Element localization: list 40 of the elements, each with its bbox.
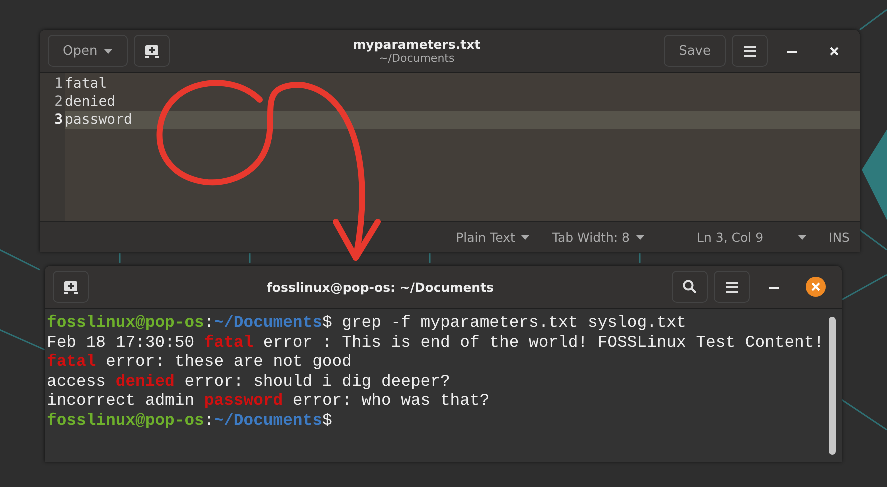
line-number: 1 — [54, 76, 64, 92]
caret-icon — [104, 48, 113, 54]
menu-icon — [726, 282, 738, 292]
search-button[interactable] — [672, 271, 708, 303]
open-button[interactable]: Open — [48, 35, 128, 67]
line-text: fatal — [65, 76, 108, 92]
window-title: myparameters.txt — [353, 37, 481, 52]
menu-button[interactable] — [714, 271, 750, 303]
new-document-button[interactable] — [134, 35, 170, 67]
terminal-line: access denied error: should i dig deeper? — [47, 372, 452, 391]
terminal-line: fosslinux@pop-os:~/Documents$ — [47, 410, 334, 430]
menu-button[interactable] — [732, 35, 768, 67]
line-text: denied — [65, 94, 116, 110]
minimize-icon — [769, 286, 779, 288]
line-number: 3 — [54, 112, 64, 128]
close-icon — [806, 277, 826, 297]
terminal-line: fosslinux@pop-os:~/Documents$ grep -f myparameters.txt syslog.txt — [47, 313, 688, 332]
window-subtitle: ~/Documents — [379, 52, 455, 65]
search-icon — [683, 280, 697, 294]
scrollbar[interactable] — [829, 317, 836, 455]
save-button[interactable]: Save — [664, 35, 726, 67]
new-tab-icon — [64, 280, 78, 294]
line-text: password — [65, 112, 132, 128]
new-tab-icon — [144, 44, 159, 58]
terminal-line: fatal error: these are not good — [47, 352, 353, 372]
menu-icon — [744, 46, 756, 56]
terminal-line: Feb 18 17:30:50 fatal error : This is end of the world! FOSSLinux Test Content! — [47, 332, 826, 352]
new-tab-button[interactable] — [53, 271, 89, 303]
tab-width-dropdown[interactable]: Tab Width: 8 — [552, 230, 646, 244]
caret-icon — [798, 234, 808, 240]
insert-mode-label: INS — [829, 230, 850, 244]
line-number: 2 — [54, 94, 64, 110]
caret-icon — [521, 234, 530, 240]
terminal-line: incorrect admin password error: who was that? — [47, 391, 491, 410]
window-title: fosslinux@pop-os: ~/Documents — [266, 280, 494, 294]
close-icon — [830, 46, 838, 56]
minimize-icon — [787, 50, 797, 52]
language-dropdown[interactable]: Plain Text — [456, 230, 530, 244]
caret-icon — [636, 234, 646, 240]
cursor-position-dropdown[interactable]: Ln 3, Col 9 — [697, 230, 808, 244]
